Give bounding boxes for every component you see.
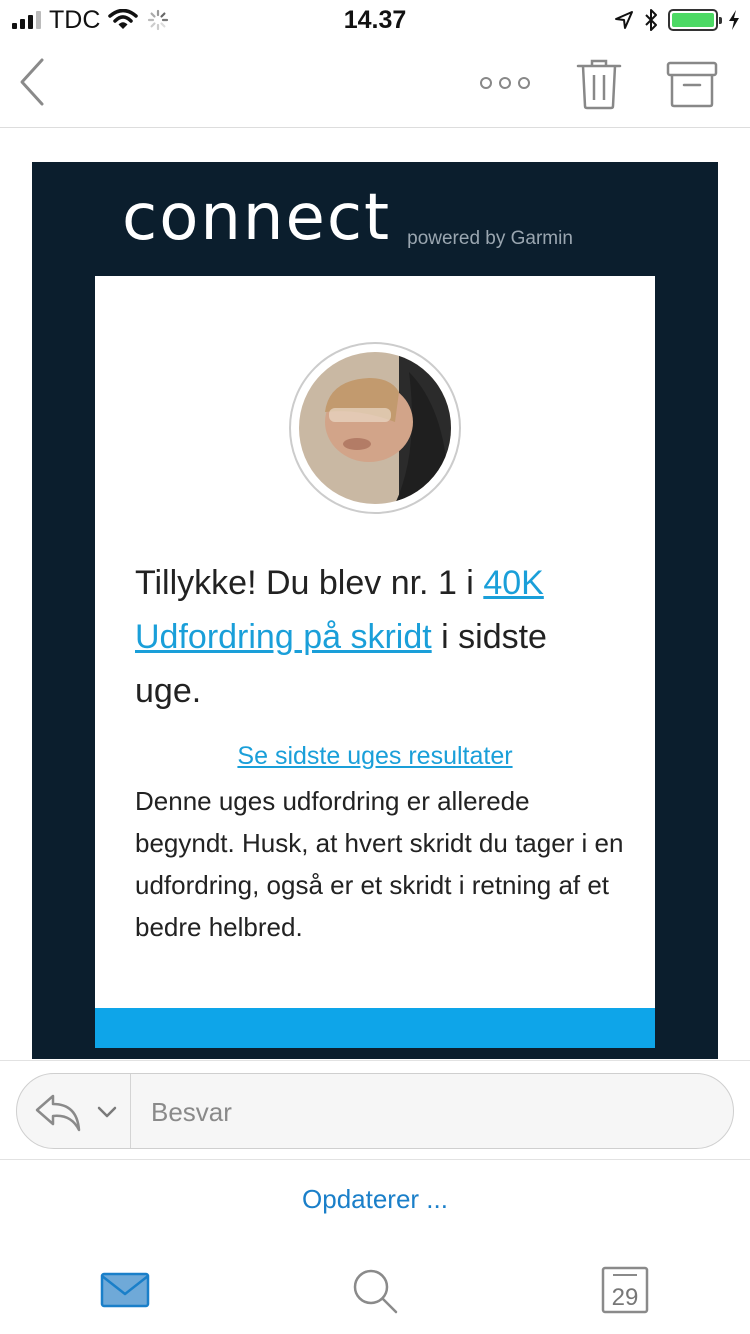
headline-text-start: Tillykke! Du blev nr. 1 i: [135, 564, 484, 602]
avatar-frame: [289, 342, 461, 514]
mail-icon[interactable]: [100, 1270, 150, 1310]
brand-header: connect powered by Garmin: [122, 186, 573, 250]
chevron-down-icon[interactable]: [93, 1096, 121, 1126]
email-content: Tillykke! Du blev nr. 1 i 40K Udfordring…: [95, 276, 655, 1048]
charging-bolt-icon: [729, 10, 739, 30]
brand-tagline: powered by Garmin: [407, 228, 573, 249]
status-bar: TDC 14.37: [0, 0, 750, 40]
email-card: connect powered by Garmin Tillykke! Du b…: [32, 162, 718, 1059]
sync-status: Opdaterer ...: [302, 1184, 448, 1214]
battery-fill: [672, 13, 714, 27]
tab-bar: 29: [0, 1250, 750, 1334]
trash-icon[interactable]: [576, 58, 622, 110]
results-link[interactable]: Se sidste uges resultater: [95, 742, 655, 771]
search-icon[interactable]: [350, 1266, 400, 1316]
connect-logo: connect: [122, 181, 392, 255]
calendar-day-number: 29: [611, 1284, 639, 1311]
archive-icon[interactable]: [666, 60, 718, 108]
accent-band: [95, 1008, 655, 1048]
nav-bar: [0, 40, 750, 128]
reply-input[interactable]: [151, 1092, 711, 1132]
battery-icon: [668, 9, 722, 31]
email-body-text: Denne uges udfordring er allerede begynd…: [135, 786, 624, 942]
reply-bar: [0, 1060, 750, 1160]
more-icon[interactable]: [478, 70, 532, 96]
email-body: connect powered by Garmin Tillykke! Du b…: [0, 129, 750, 1059]
reply-field[interactable]: [16, 1073, 734, 1149]
reply-icon[interactable]: [31, 1086, 87, 1138]
calendar-tab[interactable]: 29: [600, 1264, 650, 1316]
congratulations-headline: Tillykke! Du blev nr. 1 i 40K Udfordring…: [135, 556, 615, 718]
avatar: [299, 352, 451, 504]
bluetooth-icon: [645, 9, 657, 31]
location-arrow-icon: [615, 11, 633, 29]
status-right: [614, 6, 740, 34]
reply-divider: [130, 1074, 131, 1148]
back-chevron-icon[interactable]: [14, 56, 54, 108]
